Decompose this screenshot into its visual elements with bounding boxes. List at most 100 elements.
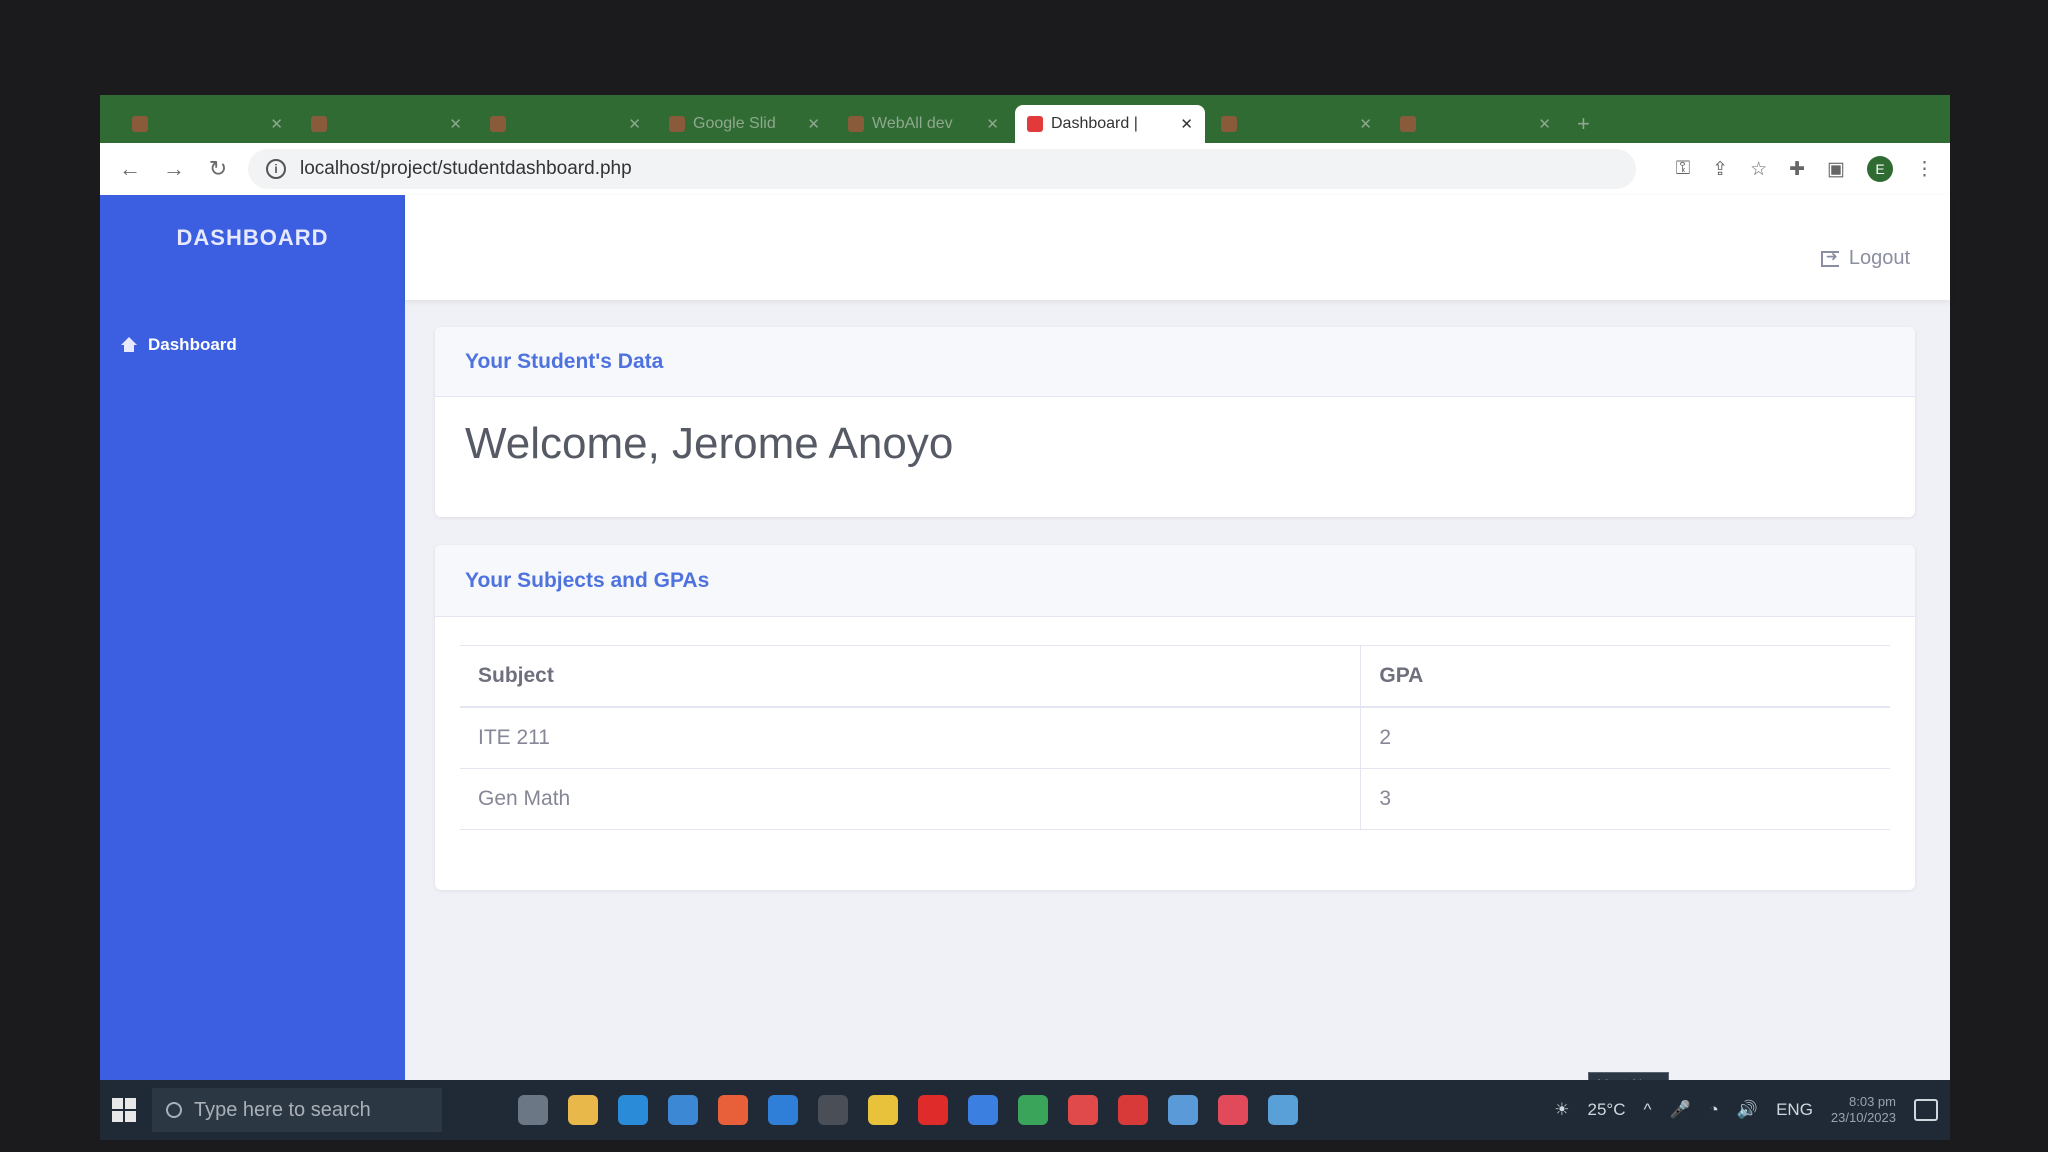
address-bar[interactable]: i localhost/project/studentdashboard.php (248, 149, 1636, 189)
sidebar-item-label: Dashboard (148, 335, 237, 354)
tab-label: Dashboard | (1051, 115, 1138, 132)
microphone-icon[interactable]: 🎤 (1669, 1100, 1690, 1120)
tab-favicon-icon (848, 116, 864, 132)
url-text: localhost/project/studentdashboard.php (300, 158, 632, 179)
edge-icon[interactable] (618, 1095, 648, 1125)
tab-close-icon[interactable]: ✕ (270, 115, 283, 133)
new-tab-icon[interactable]: + (1567, 111, 1600, 143)
tab-label: Google Slid (693, 115, 776, 132)
topbar: Logout (405, 195, 1950, 300)
clock-date: 23/10/2023 (1830, 1110, 1896, 1125)
amazon-icon[interactable] (818, 1095, 848, 1125)
tab-close-icon[interactable]: ✕ (1359, 115, 1372, 133)
chrome-icon[interactable] (868, 1095, 898, 1125)
chrome-profile-icon[interactable] (1018, 1095, 1048, 1125)
firefox-icon[interactable] (718, 1095, 748, 1125)
tab-close-icon[interactable]: ✕ (449, 115, 462, 133)
profile-avatar[interactable]: E (1867, 156, 1893, 182)
tab-label: WebAll dev (872, 115, 953, 132)
app-icon[interactable] (968, 1095, 998, 1125)
xampp-icon[interactable] (1118, 1095, 1148, 1125)
youtube-icon[interactable] (918, 1095, 948, 1125)
system-tray: ☀ 25°C ^ 🎤 ◔ 🔊 ENG 8:03 pm 23/10/2023 (1554, 1094, 1938, 1126)
browser-tab[interactable]: Google Slid ✕ (657, 105, 832, 143)
app-icon[interactable] (1218, 1095, 1248, 1125)
clock-time: 8:03 pm (1849, 1094, 1896, 1109)
browser-tab[interactable]: ✕ (1209, 105, 1384, 143)
browser-tab-active[interactable]: Dashboard | ✕ (1015, 105, 1205, 143)
card-title: Your Subjects and GPAs (435, 545, 1915, 617)
notification-center-icon[interactable] (1914, 1099, 1938, 1121)
toolbar-icons: ⚿ ⇪ ☆ ✚ ▣ E ⋮ (1676, 156, 1934, 182)
bookmark-star-icon[interactable]: ☆ (1750, 158, 1767, 181)
table-row: ITE 211 2 (460, 707, 1890, 769)
browser-tab[interactable]: WebAll dev ✕ (836, 105, 1011, 143)
browser-tab[interactable]: ✕ (478, 105, 653, 143)
gpa-cell: 2 (1360, 707, 1890, 769)
tab-close-icon[interactable]: ✕ (1538, 115, 1551, 133)
windows-start-icon[interactable] (112, 1098, 136, 1122)
forward-icon[interactable]: → (160, 156, 188, 182)
column-header-gpa: GPA (1360, 645, 1890, 708)
table-header-row: Subject GPA (460, 645, 1890, 708)
tab-close-icon[interactable]: ✕ (628, 115, 641, 133)
gpa-cell: 3 (1360, 768, 1890, 830)
subject-cell: ITE 211 (460, 707, 1362, 769)
tab-close-icon[interactable]: ✕ (986, 115, 999, 133)
tab-close-icon[interactable]: ✕ (807, 115, 820, 133)
logout-link[interactable]: Logout (1820, 247, 1910, 270)
logout-label: Logout (1848, 247, 1910, 269)
tab-favicon-icon (669, 116, 685, 132)
task-view-icon[interactable] (518, 1095, 548, 1125)
tab-favicon-icon (1400, 116, 1416, 132)
logout-icon (1820, 248, 1839, 267)
windows-taskbar: Type here to search ☀ 25°C ^ 🎤 ◔ 🔊 ENG 8… (100, 1080, 1950, 1140)
tab-favicon-icon (1221, 116, 1237, 132)
back-icon[interactable]: ← (116, 156, 144, 182)
tab-favicon-icon (311, 116, 327, 132)
dropbox-icon[interactable] (768, 1095, 798, 1125)
wifi-icon[interactable]: ◔ (1709, 1100, 1719, 1120)
menu-kebab-icon[interactable]: ⋮ (1915, 158, 1934, 181)
app-icon[interactable] (1168, 1095, 1198, 1125)
sidebar-brand[interactable]: DASHBOARD (100, 225, 405, 251)
search-icon (166, 1102, 182, 1118)
search-placeholder: Type here to search (194, 1098, 371, 1121)
clock[interactable]: 8:03 pm 23/10/2023 (1831, 1094, 1896, 1126)
welcome-heading: Welcome, Jerome Anoyo (465, 419, 954, 468)
card-title: Your Student's Data (435, 327, 1915, 397)
card-body: Subject GPA ITE 211 2 Gen Math 3 (435, 617, 1915, 858)
app-icon[interactable] (1268, 1095, 1298, 1125)
weather-temp[interactable]: 25°C (1587, 1100, 1625, 1120)
reload-icon[interactable]: ↻ (204, 156, 232, 182)
student-data-card: Your Student's Data Welcome, Jerome Anoy… (435, 327, 1915, 517)
taskbar-search[interactable]: Type here to search (152, 1088, 442, 1132)
tab-close-icon[interactable]: ✕ (1180, 115, 1193, 133)
share-icon[interactable]: ⇪ (1712, 158, 1728, 181)
weather-icon[interactable]: ☀ (1554, 1100, 1569, 1120)
key-icon[interactable]: ⚿ (1676, 158, 1690, 180)
browser-toolbar: ← → ↻ i localhost/project/studentdashboa… (100, 143, 1950, 195)
volume-icon[interactable]: 🔊 (1737, 1100, 1758, 1120)
browser-tab[interactable]: ✕ (120, 105, 295, 143)
browser-tab[interactable]: ✕ (1388, 105, 1563, 143)
subjects-card: Your Subjects and GPAs Subject GPA ITE 2… (435, 545, 1915, 890)
page-viewport: DASHBOARD Dashboard Logout Your Student'… (100, 195, 1950, 1080)
site-info-icon[interactable]: i (266, 159, 286, 179)
extensions-icon[interactable]: ✚ (1789, 158, 1805, 181)
browser-tab[interactable]: ✕ (299, 105, 474, 143)
column-header-subject: Subject (460, 645, 1362, 708)
chevron-up-icon[interactable]: ^ (1643, 1100, 1651, 1120)
language-indicator[interactable]: ENG (1776, 1100, 1813, 1120)
file-explorer-icon[interactable] (568, 1095, 598, 1125)
app-icon[interactable] (1068, 1095, 1098, 1125)
subjects-table: Subject GPA ITE 211 2 Gen Math 3 (460, 645, 1890, 830)
table-row: Gen Math 3 (460, 768, 1890, 830)
browser-tab-strip: ✕ ✕ ✕ Google Slid ✕ WebAll dev ✕ Dashboard… (100, 95, 1950, 143)
side-panel-icon[interactable]: ▣ (1827, 158, 1845, 181)
taskbar-apps (518, 1095, 1298, 1125)
sidebar: DASHBOARD Dashboard (100, 195, 405, 1080)
mail-icon[interactable] (668, 1095, 698, 1125)
subject-cell: Gen Math (460, 768, 1362, 830)
sidebar-item-dashboard[interactable]: Dashboard (120, 335, 237, 355)
